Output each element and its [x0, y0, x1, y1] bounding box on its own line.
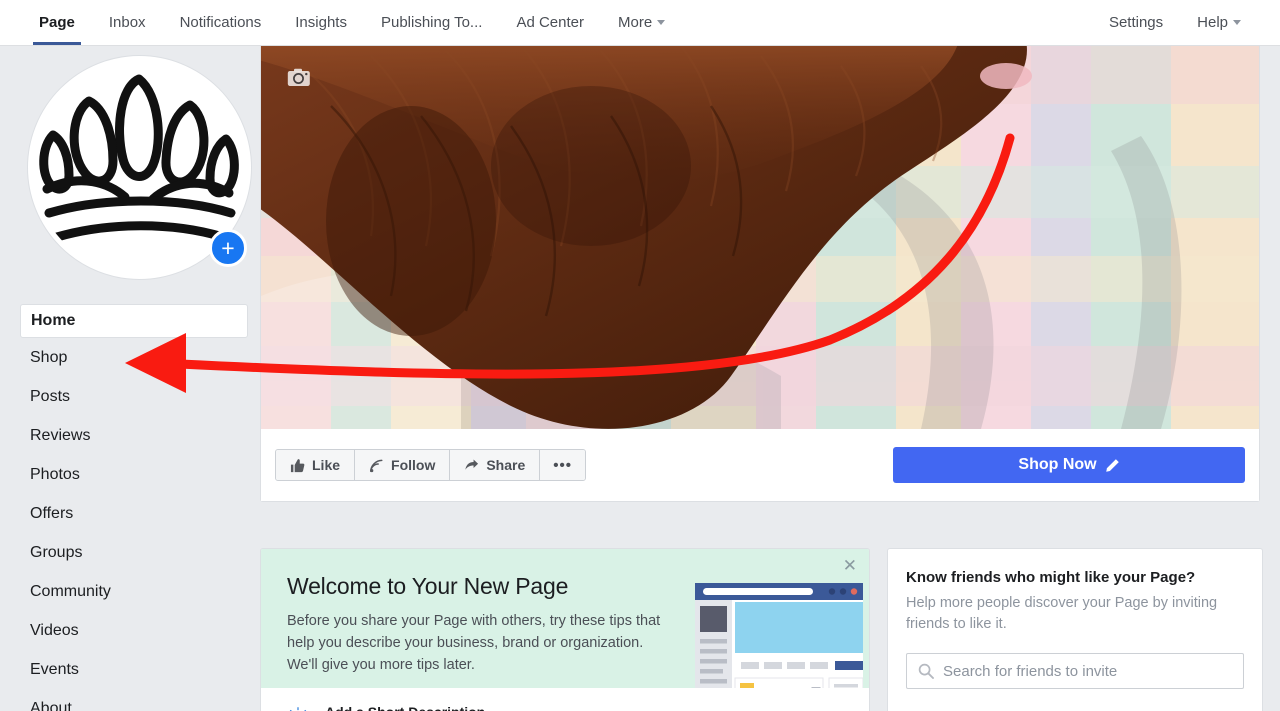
plus-icon: +: [221, 234, 235, 261]
sidebar-item-label: Community: [30, 582, 111, 600]
share-button[interactable]: Share: [450, 450, 541, 480]
tip-row-add-short-description[interactable]: Add a Short Description Your Page's shor…: [261, 688, 869, 711]
camera-icon[interactable]: [287, 68, 311, 87]
invite-friends-card: Know friends who might like your Page? H…: [887, 548, 1263, 711]
sidebar-item-home[interactable]: Home: [20, 304, 248, 338]
left-sidebar: + Home Shop Posts Reviews Photos Offers: [0, 46, 260, 711]
welcome-card: ✕ Welcome to Your New Page Before you sh…: [260, 548, 870, 711]
welcome-body: Before you share your Page with others, …: [287, 613, 661, 673]
tab-notifications-label: Notifications: [179, 14, 262, 31]
sidebar-item-posts[interactable]: Posts: [0, 377, 260, 416]
like-button-label: Like: [312, 457, 341, 473]
share-arrow-icon: [465, 459, 479, 470]
tab-settings[interactable]: Settings: [1092, 0, 1180, 45]
sidebar-item-reviews[interactable]: Reviews: [0, 416, 260, 455]
cover-and-actions-card: Like Follow Share ••• Shop Now: [260, 46, 1260, 502]
invite-card-subtitle: Help more people discover your Page by i…: [906, 595, 1218, 632]
invite-search-box[interactable]: [906, 653, 1244, 689]
tip-text-block: Add a Short Description Your Page's shor…: [325, 704, 843, 711]
tab-publishing-tools-label: Publishing To...: [380, 14, 483, 31]
sidebar-item-label: About: [30, 699, 72, 711]
sidebar-item-label: Reviews: [30, 426, 91, 444]
tab-publishing-tools[interactable]: Publishing To...: [364, 0, 499, 45]
top-navigation-bar: Page Inbox Notifications Insights Publis…: [0, 0, 1280, 46]
tab-settings-label: Settings: [1108, 14, 1164, 31]
sidebar-item-label: Offers: [30, 504, 74, 522]
top-nav-right-group: Settings Help: [1092, 0, 1280, 45]
tab-page-label: Page: [39, 14, 75, 31]
cover-photo-image: [261, 46, 1259, 429]
sidebar-item-videos[interactable]: Videos: [0, 611, 260, 650]
page-action-button-group: Like Follow Share •••: [275, 449, 587, 481]
main-content: Like Follow Share ••• Shop Now ✕ Welcome…: [260, 46, 1280, 711]
chevron-down-icon: [657, 20, 666, 25]
tab-ad-center[interactable]: Ad Center: [499, 0, 601, 45]
share-button-label: Share: [486, 457, 526, 473]
tab-notifications[interactable]: Notifications: [163, 0, 279, 45]
welcome-hero: ✕ Welcome to Your New Page Before you sh…: [261, 549, 869, 688]
add-profile-photo-button[interactable]: +: [209, 229, 247, 267]
lower-cards-row: ✕ Welcome to Your New Page Before you sh…: [260, 548, 1280, 711]
sidebar-item-label: Home: [31, 312, 76, 329]
sidebar-item-label: Posts: [30, 387, 71, 405]
sidebar-item-label: Shop: [30, 348, 68, 366]
page-avatar-wrap: +: [28, 56, 251, 279]
cover-photo[interactable]: [261, 46, 1259, 429]
page-root: Page Inbox Notifications Insights Publis…: [0, 0, 1280, 711]
sidebar-item-offers[interactable]: Offers: [0, 494, 260, 533]
invite-card-title: Know friends who might like your Page?: [906, 569, 1196, 586]
top-nav-left-group: Page Inbox Notifications Insights Publis…: [0, 0, 682, 45]
tab-more[interactable]: More: [601, 0, 682, 45]
pencil-edit-icon: [1105, 458, 1119, 472]
lightbulb-icon: [289, 707, 307, 711]
tab-ad-center-label: Ad Center: [516, 14, 584, 31]
tip-title: Add a Short Description: [325, 704, 843, 711]
sidebar-item-label: Groups: [30, 543, 83, 561]
thumbs-up-icon: [290, 458, 305, 472]
shop-now-label: Shop Now: [1018, 456, 1097, 473]
tab-inbox-label: Inbox: [108, 14, 146, 31]
rss-follow-icon: [370, 459, 383, 472]
sidebar-item-label: Photos: [30, 465, 80, 483]
close-icon[interactable]: ✕: [843, 557, 857, 574]
tab-more-label: More: [617, 14, 653, 31]
sidebar-item-shop[interactable]: Shop: [0, 338, 260, 377]
tab-page[interactable]: Page: [22, 0, 92, 45]
follow-button[interactable]: Follow: [355, 450, 451, 480]
sidebar-item-events[interactable]: Events: [0, 650, 260, 689]
tab-insights[interactable]: Insights: [278, 0, 364, 45]
tab-help-label: Help: [1197, 14, 1228, 31]
ellipsis-icon: •••: [553, 456, 573, 474]
page-setup-illustration: [695, 583, 863, 688]
tab-help[interactable]: Help: [1180, 0, 1258, 45]
shop-now-cta-button[interactable]: Shop Now: [893, 447, 1245, 483]
search-icon: [918, 663, 934, 679]
tab-insights-label: Insights: [295, 14, 347, 31]
sidebar-item-groups[interactable]: Groups: [0, 533, 260, 572]
sidebar-item-label: Events: [30, 660, 79, 678]
sidebar-item-about[interactable]: About: [0, 689, 260, 711]
tab-inbox[interactable]: Inbox: [92, 0, 163, 45]
sidebar-item-community[interactable]: Community: [0, 572, 260, 611]
sidebar-item-label: Videos: [30, 621, 79, 639]
invite-search-input[interactable]: [943, 662, 1232, 680]
like-button[interactable]: Like: [276, 450, 356, 480]
sidebar-item-photos[interactable]: Photos: [0, 455, 260, 494]
chevron-down-icon: [1233, 20, 1241, 25]
follow-button-label: Follow: [391, 457, 436, 473]
page-action-bar: Like Follow Share ••• Shop Now: [261, 429, 1259, 501]
more-options-button[interactable]: •••: [540, 450, 586, 480]
sidebar-nav-list: Home Shop Posts Reviews Photos Offers Gr…: [0, 304, 260, 711]
